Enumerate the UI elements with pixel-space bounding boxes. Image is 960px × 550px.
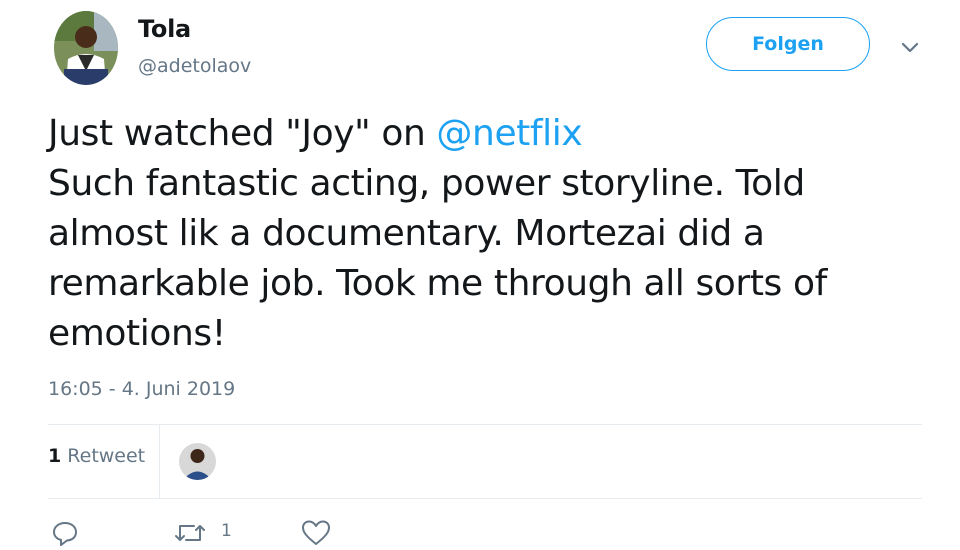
author-avatar[interactable] [54, 11, 118, 85]
tweet-line-3: almost lik a documentary. Mortezai did a [48, 213, 765, 254]
retweet-stats[interactable]: 1 Retweet [48, 445, 145, 467]
follow-button[interactable]: Folgen [706, 17, 870, 71]
divider-bottom [48, 498, 922, 499]
stats-separator [159, 424, 160, 498]
retweeter-avatar-image [179, 443, 216, 480]
heart-icon[interactable] [302, 520, 330, 550]
tweet-line-2: Such fantastic acting, power storyline. … [48, 163, 805, 204]
divider-top [48, 424, 922, 425]
tweet-text: Just watched "Joy" on @netflix Such fant… [48, 109, 928, 359]
tweet-line-5: emotions! [48, 313, 226, 354]
retweet-action-count: 1 [221, 521, 232, 541]
tweet-line-1-text: Just watched "Joy" on [48, 113, 437, 154]
author-name[interactable]: Tola [138, 15, 191, 43]
retweeter-avatar[interactable] [179, 443, 216, 480]
retweet-stat-count: 1 [48, 445, 62, 467]
tweet-timestamp[interactable]: 16:05 - 4. Juni 2019 [48, 378, 235, 400]
tweet-line-1: Just watched "Joy" on @netflix [48, 109, 928, 159]
author-handle[interactable]: @adetolaov [138, 55, 251, 77]
mention-link[interactable]: @netflix [436, 113, 582, 154]
retweet-stat-label: Retweet [67, 445, 146, 467]
retweet-icon[interactable] [174, 520, 206, 550]
chevron-down-icon[interactable] [898, 36, 922, 60]
reply-icon[interactable] [52, 520, 78, 550]
avatar-image [54, 11, 118, 85]
tweet-line-4: remarkable job. Took me through all sort… [48, 263, 827, 304]
